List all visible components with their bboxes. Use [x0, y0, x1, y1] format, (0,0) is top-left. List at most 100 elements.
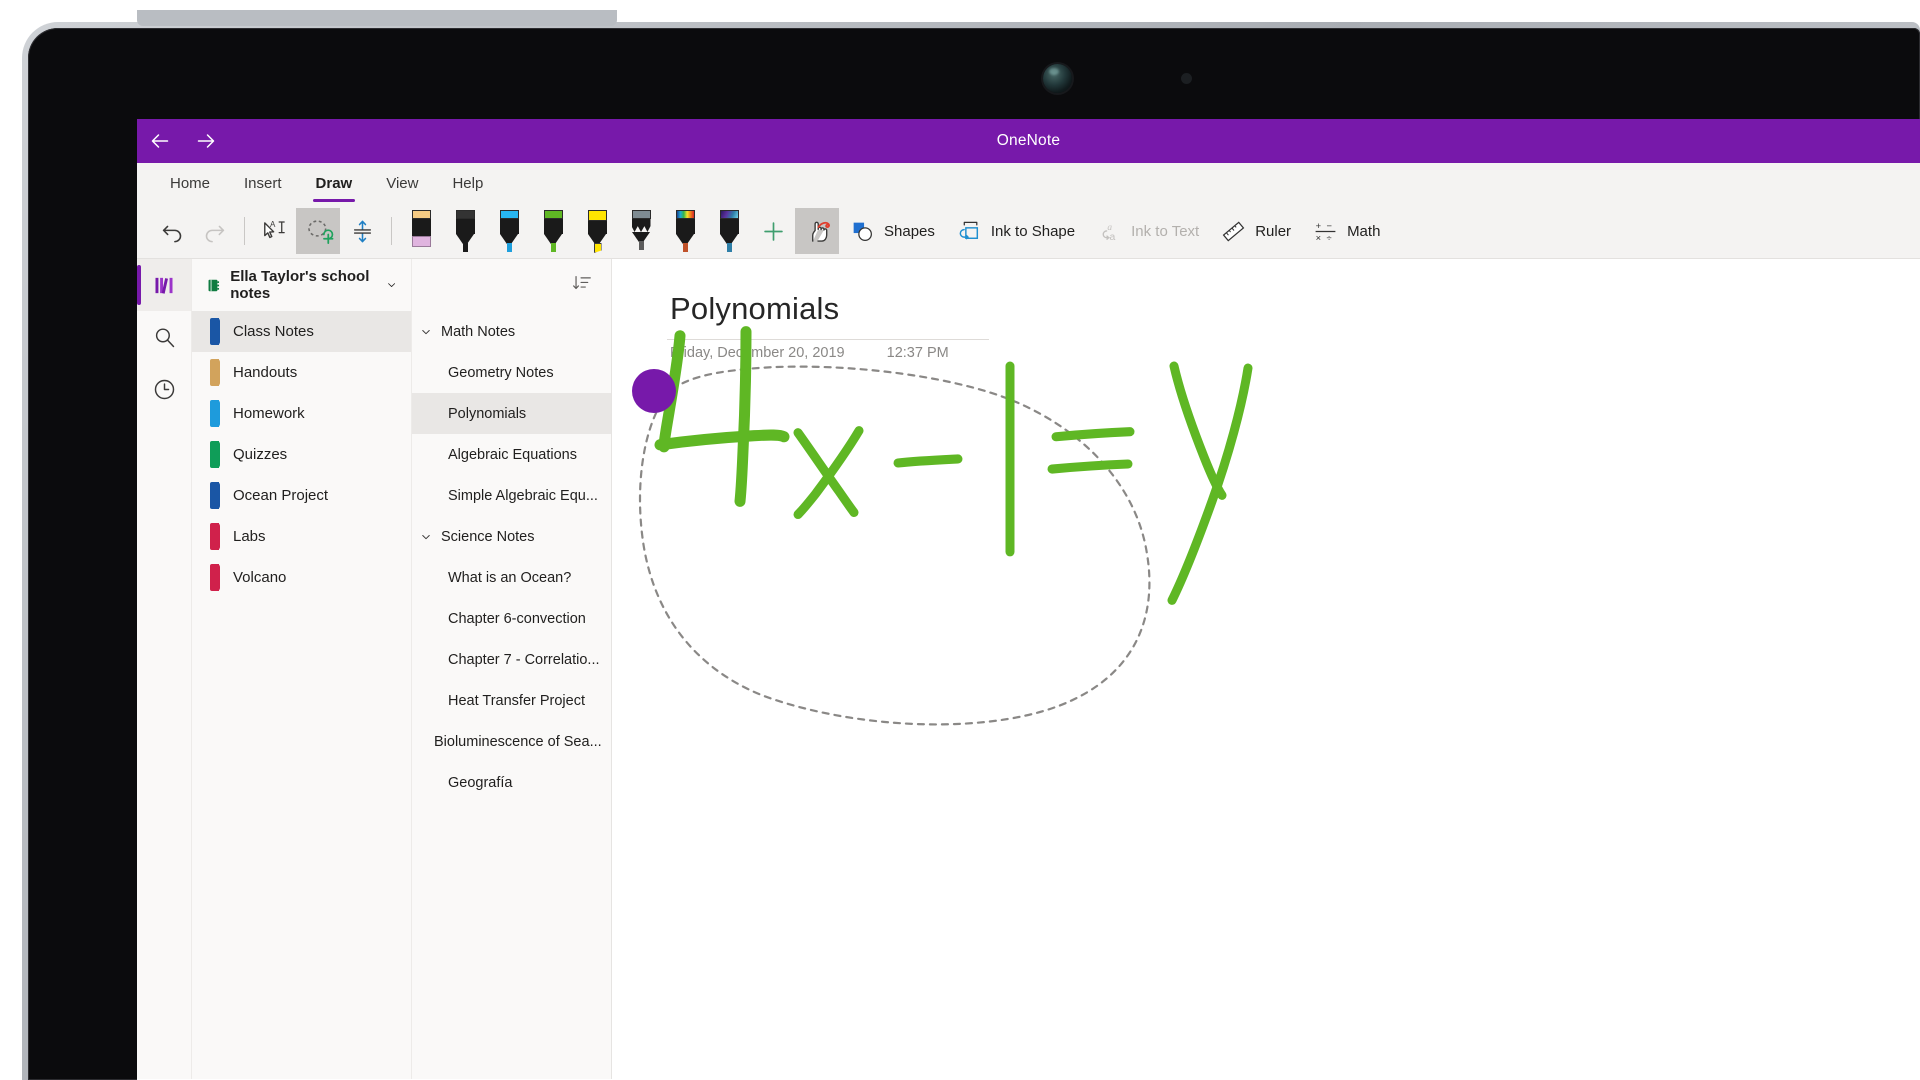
page-row[interactable]: Chapter 7 - Correlatio... — [412, 639, 611, 680]
forward-button[interactable] — [183, 119, 229, 163]
section-color-tab — [210, 523, 220, 550]
shapes-button[interactable]: Shapes — [839, 208, 946, 254]
section-row[interactable]: Volcano — [192, 557, 411, 598]
lasso-select-button[interactable] — [296, 208, 340, 254]
redo-icon — [205, 225, 224, 242]
chevron-down-icon — [387, 283, 395, 287]
section-row[interactable]: Labs — [192, 516, 411, 557]
section-row[interactable]: Quizzes — [192, 434, 411, 475]
app-body: Ella Taylor's school notes Class Notes H… — [137, 259, 1920, 1079]
pen-rainbow-button[interactable] — [663, 208, 707, 254]
svg-text:a: a — [1110, 231, 1116, 242]
pen-blue-button[interactable] — [487, 208, 531, 254]
pen-icon — [538, 208, 569, 254]
notebook-name: Ella Taylor's school notes — [230, 268, 370, 302]
draw-with-touch-icon — [811, 221, 830, 242]
section-label: Handouts — [233, 364, 298, 381]
section-row[interactable]: Ocean Project — [192, 475, 411, 516]
page-group-row[interactable]: Science Notes — [412, 516, 611, 557]
svg-text:÷: ÷ — [1327, 232, 1332, 242]
screenshot-scene: OneNote Home Insert Draw View Help A Sha… — [0, 0, 1920, 1080]
pen-galaxy-button[interactable] — [707, 208, 751, 254]
page-row[interactable]: What is an Ocean? — [412, 557, 611, 598]
pencil-gray-button[interactable] — [619, 208, 663, 254]
page-row[interactable]: Geografía — [412, 762, 611, 803]
page-row[interactable]: Bioluminescence of Sea... — [412, 721, 611, 762]
section-label: Ocean Project — [233, 487, 329, 504]
add-pen-button[interactable] — [751, 208, 795, 254]
page-label: Simple Algebraic Equ... — [448, 487, 598, 504]
section-row[interactable]: Class Notes — [192, 311, 411, 352]
section-row[interactable]: Homework — [192, 393, 411, 434]
thickness-arrows-icon — [353, 220, 371, 242]
page-label: What is an Ocean? — [448, 569, 572, 586]
section-color-tab — [210, 318, 220, 345]
tab-insert[interactable]: Insert — [227, 163, 299, 204]
ink-to-shape-button[interactable]: Ink to Shape — [946, 208, 1086, 254]
rail-item-notebooks[interactable] — [137, 259, 191, 311]
svg-text:−: − — [1327, 221, 1333, 231]
left-nav-rail — [137, 259, 192, 1079]
toolbar-divider-2 — [391, 217, 392, 245]
section-color-tab — [210, 441, 220, 468]
page-label: Chapter 7 - Correlatio... — [448, 651, 600, 668]
page-group-label: Science Notes — [441, 528, 535, 545]
notebook-selector[interactable]: Ella Taylor's school notes — [192, 259, 411, 311]
page-label: Polynomials — [448, 405, 527, 422]
arrow-right-icon — [197, 134, 215, 148]
draw-with-touch-button[interactable] — [795, 208, 839, 254]
pen-green-button[interactable] — [531, 208, 575, 254]
page-label: Bioluminescence of Sea... — [434, 733, 602, 750]
page-row[interactable]: Chapter 6-convection — [412, 598, 611, 639]
page-row[interactable]: Heat Transfer Project — [412, 680, 611, 721]
page-row[interactable]: Simple Algebraic Equ... — [412, 475, 611, 516]
ink-to-text-button[interactable]: a a Ink to Text — [1086, 208, 1210, 254]
shapes-label: Shapes — [884, 222, 935, 240]
page-row[interactable]: Algebraic Equations — [412, 434, 611, 475]
rail-item-search[interactable] — [137, 311, 191, 363]
pen-rainbow-icon — [670, 208, 701, 254]
note-canvas[interactable]: Polynomials Friday, December 20, 2019 12… — [612, 259, 1920, 1079]
title-bar: OneNote — [137, 119, 1920, 163]
ruler-label: Ruler — [1255, 222, 1292, 240]
page-row[interactable]: Polynomials — [412, 393, 611, 434]
sort-pages-button[interactable] — [571, 272, 593, 299]
highlighter-yellow-button[interactable] — [575, 208, 619, 254]
select-objects-button[interactable]: A — [252, 208, 296, 254]
ambient-light-sensor-icon — [1181, 73, 1192, 84]
eraser-button[interactable] — [399, 208, 443, 254]
tab-home[interactable]: Home — [153, 163, 227, 204]
section-row[interactable]: Handouts — [192, 352, 411, 393]
search-icon — [155, 327, 174, 347]
page-label: Algebraic Equations — [448, 446, 577, 463]
section-color-tab — [210, 482, 220, 509]
arrow-left-icon — [151, 134, 169, 148]
back-button[interactable] — [137, 119, 183, 163]
pen-black-button[interactable] — [443, 208, 487, 254]
tab-help[interactable]: Help — [435, 163, 500, 204]
math-label: Math — [1347, 222, 1381, 240]
ink-layer[interactable] — [612, 259, 1920, 1079]
lasso-selection-handle[interactable] — [632, 369, 676, 413]
webcam-glint — [1049, 68, 1059, 75]
tab-draw[interactable]: Draw — [299, 163, 370, 204]
undo-button[interactable] — [149, 208, 193, 254]
redo-button[interactable] — [193, 208, 237, 254]
page-group-label: Math Notes — [441, 323, 516, 340]
ruler-button[interactable]: Ruler — [1210, 208, 1302, 254]
onenote-window: OneNote Home Insert Draw View Help A Sha… — [137, 119, 1920, 1080]
device-top-strip — [137, 10, 617, 26]
tab-view[interactable]: View — [369, 163, 435, 204]
ink-thickness-button[interactable] — [340, 208, 384, 254]
section-label: Volcano — [233, 569, 287, 586]
ink-to-shape-icon — [959, 221, 978, 239]
section-color-tab — [210, 564, 220, 591]
sections-column: Ella Taylor's school notes Class Notes H… — [192, 259, 412, 1079]
lasso-select-icon — [307, 219, 333, 244]
math-button[interactable]: + − × ÷ Math — [1302, 208, 1391, 254]
page-row[interactable]: Geometry Notes — [412, 352, 611, 393]
math-icon: + − × ÷ — [1316, 221, 1336, 242]
app-title: OneNote — [996, 132, 1061, 149]
page-group-row[interactable]: Math Notes — [412, 311, 611, 352]
rail-item-recent[interactable] — [137, 363, 191, 415]
